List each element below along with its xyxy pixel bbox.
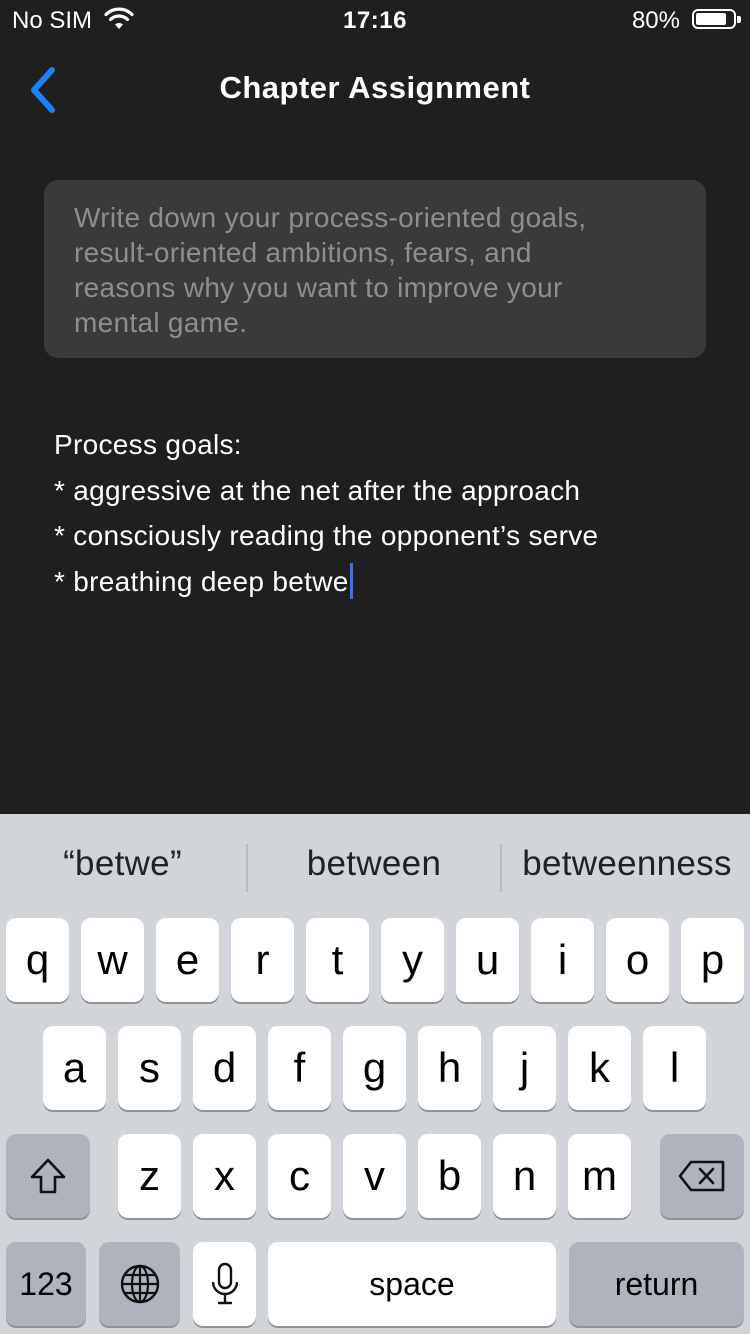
key-n[interactable]: n: [493, 1134, 556, 1218]
globe-key[interactable]: [99, 1242, 180, 1326]
numbers-key[interactable]: 123: [6, 1242, 86, 1326]
shift-icon: [30, 1158, 66, 1194]
key-u[interactable]: u: [456, 918, 519, 1002]
key-r[interactable]: r: [231, 918, 294, 1002]
editor-line: Process goals:: [54, 429, 242, 460]
suggestion-divider: [500, 844, 502, 892]
key-f[interactable]: f: [268, 1026, 331, 1110]
status-bar: No SIM 17:16 80%: [0, 0, 750, 40]
suggestion-between[interactable]: between: [262, 844, 486, 884]
key-d[interactable]: d: [193, 1026, 256, 1110]
key-b[interactable]: b: [418, 1134, 481, 1218]
delete-key[interactable]: [660, 1134, 744, 1218]
assignment-prompt: Write down your process-oriented goals, …: [44, 180, 706, 358]
key-i[interactable]: i: [531, 918, 594, 1002]
key-w[interactable]: w: [81, 918, 144, 1002]
editor-line: * aggressive at the net after the approa…: [54, 474, 581, 506]
prompt-line: result-oriented ambitions, fears, and: [74, 237, 532, 268]
prompt-line: Write down your process-oriented goals,: [74, 202, 587, 233]
globe-icon: [120, 1264, 159, 1304]
editor-line-text: * breathing deep betwe: [54, 565, 349, 597]
key-p[interactable]: p: [681, 918, 744, 1002]
prompt-line: reasons why you want to improve your: [74, 272, 563, 303]
delete-icon: [678, 1160, 725, 1192]
suggestion-divider: [246, 844, 248, 892]
key-s[interactable]: s: [118, 1026, 181, 1110]
battery-percent: 80%: [631, 7, 680, 34]
key-k[interactable]: k: [568, 1026, 631, 1110]
key-o[interactable]: o: [606, 918, 669, 1002]
battery-icon: [692, 9, 741, 29]
editor-line: * consciously reading the opponent’s ser…: [54, 520, 599, 551]
text-caret: [349, 562, 353, 599]
editor-line-current: * breathing deep betwe: [54, 559, 714, 605]
key-l[interactable]: l: [643, 1026, 706, 1110]
key-e[interactable]: e: [156, 918, 219, 1002]
keyboard: “betwe” between betweenness q w e r t y …: [0, 814, 750, 1334]
suggestion-literal[interactable]: “betwe”: [20, 844, 225, 884]
key-a[interactable]: a: [43, 1026, 106, 1110]
dictation-key[interactable]: [193, 1242, 256, 1326]
prompt-line: mental game.: [74, 307, 248, 338]
microphone-icon: [211, 1262, 238, 1305]
key-y[interactable]: y: [381, 918, 444, 1002]
suggestion-betweenness[interactable]: betweenness: [510, 844, 744, 884]
key-j[interactable]: j: [493, 1026, 556, 1110]
answer-text-area[interactable]: Process goals: * aggressive at the net a…: [54, 422, 714, 604]
page-title: Chapter Assignment: [219, 70, 531, 105]
key-m[interactable]: m: [568, 1134, 631, 1218]
key-v[interactable]: v: [343, 1134, 406, 1218]
key-c[interactable]: c: [268, 1134, 331, 1218]
key-t[interactable]: t: [306, 918, 369, 1002]
space-key[interactable]: space: [268, 1242, 556, 1326]
prompt-text: Write down your process-oriented goals, …: [74, 200, 676, 340]
key-h[interactable]: h: [418, 1026, 481, 1110]
shift-key[interactable]: [6, 1134, 90, 1218]
key-z[interactable]: z: [118, 1134, 181, 1218]
return-key[interactable]: return: [569, 1242, 744, 1326]
key-q[interactable]: q: [6, 918, 69, 1002]
key-g[interactable]: g: [343, 1026, 406, 1110]
key-x[interactable]: x: [193, 1134, 256, 1218]
